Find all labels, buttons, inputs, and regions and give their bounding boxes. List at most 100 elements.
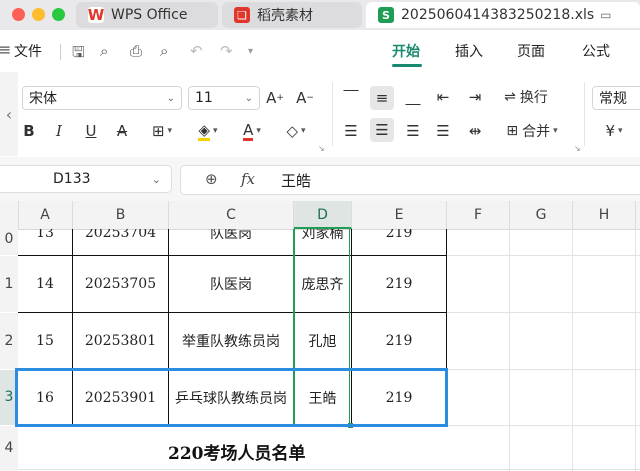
table-cell[interactable]: 20253705 bbox=[73, 256, 168, 312]
save-icon[interactable]: 🖫 bbox=[72, 42, 85, 67]
align-right-icon[interactable]: ☰ bbox=[402, 120, 424, 142]
ribbon-toolbar: ‹ 宋体 ⌄ 11 ⌄ A + A − B I U A ⊞ ▾ ◈ ▾ A ▾ ◇ ▾ ↘ … bbox=[0, 72, 640, 156]
italic-icon[interactable]: I bbox=[50, 120, 68, 142]
distribute-icon[interactable]: ⇹ bbox=[464, 120, 486, 142]
table-cell[interactable]: 队医岗 bbox=[169, 256, 293, 312]
align-bottom-icon[interactable]: ⎽ bbox=[402, 86, 424, 108]
name-box[interactable]: D133 ⌄ bbox=[0, 165, 172, 193]
borders-icon[interactable]: ⊞ ▾ bbox=[144, 120, 180, 142]
align-left-icon[interactable]: ☰ bbox=[340, 120, 362, 142]
table-cell[interactable]: 举重队教练员岗 bbox=[169, 313, 293, 369]
redo-icon[interactable]: ↷ bbox=[220, 42, 233, 60]
maximize-window-button[interactable] bbox=[52, 8, 65, 21]
increase-font-size-icon[interactable]: A + bbox=[264, 88, 286, 108]
font-size-value: 11 bbox=[195, 90, 213, 106]
table-cell[interactable]: 20253801 bbox=[73, 313, 168, 369]
table-cell[interactable]: 219 bbox=[352, 256, 446, 312]
gridline bbox=[635, 229, 636, 471]
wrap-icon: ⇌ bbox=[504, 89, 516, 105]
gridline bbox=[509, 229, 510, 471]
decrease-font-size-icon[interactable]: A − bbox=[294, 88, 316, 108]
column-header-d[interactable]: D bbox=[294, 201, 352, 229]
tab-wps-office[interactable]: W WPS Office bbox=[76, 2, 218, 28]
gridline bbox=[447, 255, 640, 256]
tab-docer[interactable]: ❑ 稻壳素材 bbox=[222, 2, 362, 28]
column-headers: A B C D E F G H bbox=[0, 201, 640, 230]
merge-cells-button[interactable]: ⊞ 合并 ▾ bbox=[496, 120, 568, 142]
currency-format-button[interactable]: ¥ ▾ bbox=[596, 120, 632, 142]
underline-icon[interactable]: U bbox=[82, 120, 100, 142]
tab-home[interactable]: 开始 bbox=[392, 41, 420, 61]
column-header-f[interactable]: F bbox=[447, 201, 510, 229]
table-cell[interactable]: 20253704 bbox=[73, 229, 168, 255]
ribbon-scroll-left-icon[interactable]: ‹ bbox=[0, 72, 18, 156]
tab-page[interactable]: 页面 bbox=[517, 41, 545, 61]
gridline bbox=[18, 469, 640, 470]
eraser-icon[interactable]: ◇ ▾ bbox=[278, 120, 314, 142]
sheet-grid[interactable]: 0 1 2 3 4 13 20253704 队医岗 刘家楠 219 14 202… bbox=[0, 229, 640, 471]
table-cell[interactable]: 队医岗 bbox=[169, 229, 293, 255]
fill-color-icon[interactable]: ◈ ▾ bbox=[190, 120, 226, 142]
column-header-a[interactable]: A bbox=[18, 201, 73, 229]
tab-label: 20250604143832502​18.xls bbox=[401, 7, 595, 23]
export-pdf-icon[interactable]: ⌕ bbox=[100, 42, 108, 60]
undo-icon[interactable]: ↶ bbox=[190, 42, 203, 60]
table-cell[interactable]: 219 bbox=[352, 229, 446, 255]
select-all-corner[interactable] bbox=[0, 201, 19, 229]
print-preview-icon[interactable]: ⌕ bbox=[160, 42, 168, 60]
number-format-select[interactable]: 常规 bbox=[592, 86, 640, 110]
column-header-h[interactable]: H bbox=[573, 201, 636, 229]
sheet-title[interactable]: 220考场人员名单 bbox=[168, 439, 408, 464]
formula-value[interactable]: 王皓 bbox=[281, 170, 311, 191]
menu-row: ≡ 文件 🖫 ⌕ ⎙ ⌕ ↶ ↷ ▾ 开始 插入 页面 公式 bbox=[0, 30, 640, 72]
table-cell[interactable]: 14 bbox=[18, 256, 72, 312]
font-size-select[interactable]: 11 ⌄ bbox=[188, 86, 260, 110]
wps-logo-icon: W bbox=[87, 6, 105, 24]
column-header-c[interactable]: C bbox=[169, 201, 294, 229]
zoom-search-icon[interactable]: ⊕ bbox=[205, 170, 218, 188]
column-header-e[interactable]: E bbox=[352, 201, 447, 229]
cell-reference: D133 bbox=[53, 171, 91, 187]
wrap-text-button[interactable]: ⇌ 换行 bbox=[496, 86, 556, 108]
wrap-label: 换行 bbox=[519, 90, 548, 106]
tab-insert[interactable]: 插入 bbox=[455, 41, 483, 61]
formula-input-box[interactable]: ⊕ fx 王皓 bbox=[180, 165, 640, 195]
menu-file[interactable]: 文件 bbox=[14, 41, 42, 61]
table-cell[interactable]: 15 bbox=[18, 313, 72, 369]
increase-indent-icon[interactable]: ⇥ bbox=[464, 86, 486, 108]
row-header[interactable]: 0 bbox=[0, 229, 18, 255]
more-chevron-icon[interactable]: ▾ bbox=[248, 46, 253, 57]
font-settings-launcher-icon[interactable]: ↘ bbox=[318, 144, 325, 153]
tab-spreadsheet[interactable]: S 20250604143832502​18.xls ▭ bbox=[366, 2, 640, 28]
font-color-icon[interactable]: A ▾ bbox=[234, 120, 270, 142]
chevron-down-icon: ⌄ bbox=[166, 92, 175, 104]
row-header[interactable]: 4 bbox=[0, 426, 18, 471]
align-middle-icon[interactable]: ≡ bbox=[370, 86, 394, 110]
function-fx-icon[interactable]: fx bbox=[241, 170, 255, 188]
table-cell[interactable]: 13 bbox=[18, 229, 72, 255]
monitor-icon[interactable]: ▭ bbox=[600, 8, 611, 22]
alignment-settings-launcher-icon[interactable]: ↘ bbox=[574, 144, 581, 153]
row-header[interactable]: 2 bbox=[0, 313, 18, 369]
column-header-g[interactable]: G bbox=[510, 201, 573, 229]
table-cell[interactable]: 219 bbox=[352, 313, 446, 369]
number-format-value: 常规 bbox=[599, 91, 627, 107]
decrease-indent-icon[interactable]: ⇤ bbox=[432, 86, 454, 108]
font-name-value: 宋体 bbox=[29, 91, 57, 107]
align-center-icon[interactable]: ☰ bbox=[370, 118, 394, 142]
close-window-button[interactable] bbox=[12, 8, 25, 21]
row-header[interactable]: 1 bbox=[0, 256, 18, 312]
print-icon[interactable]: ⎙ bbox=[130, 42, 142, 60]
tab-formula[interactable]: 公式 bbox=[582, 41, 610, 61]
strikethrough-icon[interactable]: A bbox=[113, 120, 131, 142]
justify-icon[interactable]: ☰ bbox=[432, 120, 454, 142]
active-tab-underline bbox=[392, 64, 422, 67]
column-header-b[interactable]: B bbox=[73, 201, 169, 229]
align-top-icon[interactable]: ⎺ bbox=[340, 86, 362, 108]
minimize-window-button[interactable] bbox=[32, 8, 45, 21]
bold-icon[interactable]: B bbox=[20, 120, 38, 142]
font-name-select[interactable]: 宋体 ⌄ bbox=[22, 86, 182, 110]
hamburger-menu-icon[interactable]: ≡ bbox=[0, 40, 11, 59]
spreadsheet-icon: S bbox=[378, 7, 394, 23]
docer-icon: ❑ bbox=[234, 7, 250, 23]
